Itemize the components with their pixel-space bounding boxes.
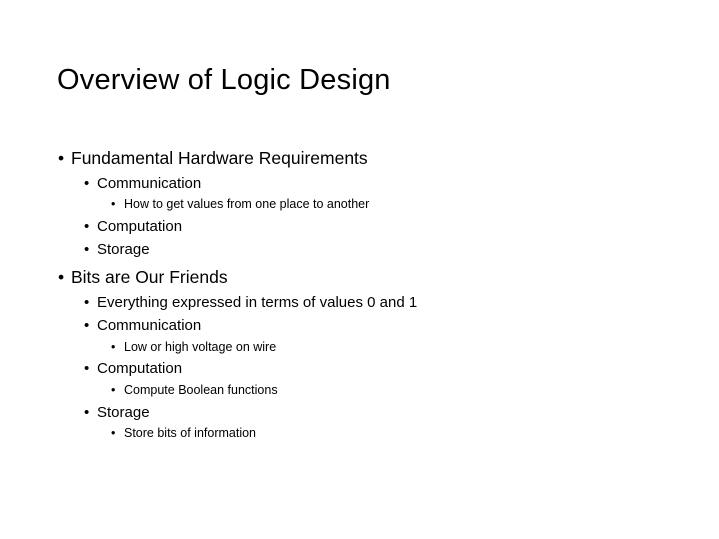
bullet-item: • Storage (84, 240, 150, 259)
bullet-item: • Computation (84, 217, 182, 236)
bullet-icon: • (84, 218, 90, 235)
bullet-text: Communication (97, 317, 202, 334)
bullet-text: Compute Boolean functions (124, 383, 278, 397)
bullet-icon: • (84, 175, 90, 192)
bullet-icon: • (111, 197, 116, 211)
bullet-text: Low or high voltage on wire (124, 340, 277, 354)
bullet-text: How to get values from one place to anot… (124, 197, 370, 211)
bullet-icon: • (58, 148, 65, 168)
bullet-text: Communication (97, 175, 202, 192)
bullet-item: • Fundamental Hardware Requirements (58, 147, 368, 169)
bullet-item: • Communication (84, 174, 201, 193)
bullet-icon: • (111, 383, 116, 397)
bullet-icon: • (84, 317, 90, 334)
slide-title: Overview of Logic Design (57, 64, 391, 96)
bullet-text: Storage (97, 404, 150, 421)
bullet-text: Fundamental Hardware Requirements (71, 148, 368, 168)
bullet-item: • Bits are Our Friends (58, 266, 228, 288)
bullet-item: • Storage (84, 403, 150, 422)
bullet-item: • Low or high voltage on wire (111, 339, 276, 355)
bullet-item: • Computation (84, 359, 182, 378)
bullet-item: • Store bits of information (111, 425, 256, 441)
bullet-icon: • (111, 426, 116, 440)
bullet-text: Bits are Our Friends (71, 267, 228, 287)
bullet-icon: • (84, 404, 90, 421)
bullet-icon: • (58, 267, 65, 287)
bullet-icon: • (84, 294, 90, 311)
bullet-icon: • (111, 340, 116, 354)
bullet-text: Computation (97, 218, 183, 235)
bullet-icon: • (84, 241, 90, 258)
bullet-text: Storage (97, 241, 150, 258)
bullet-text: Everything expressed in terms of values … (97, 294, 418, 311)
bullet-item: • How to get values from one place to ano… (111, 196, 369, 212)
bullet-icon: • (84, 360, 90, 377)
bullet-text: Store bits of information (124, 426, 257, 440)
bullet-text: Computation (97, 360, 183, 377)
bullet-item: • Compute Boolean functions (111, 382, 278, 398)
bullet-item: • Communication (84, 316, 201, 335)
bullet-item: • Everything expressed in terms of values… (84, 293, 417, 312)
